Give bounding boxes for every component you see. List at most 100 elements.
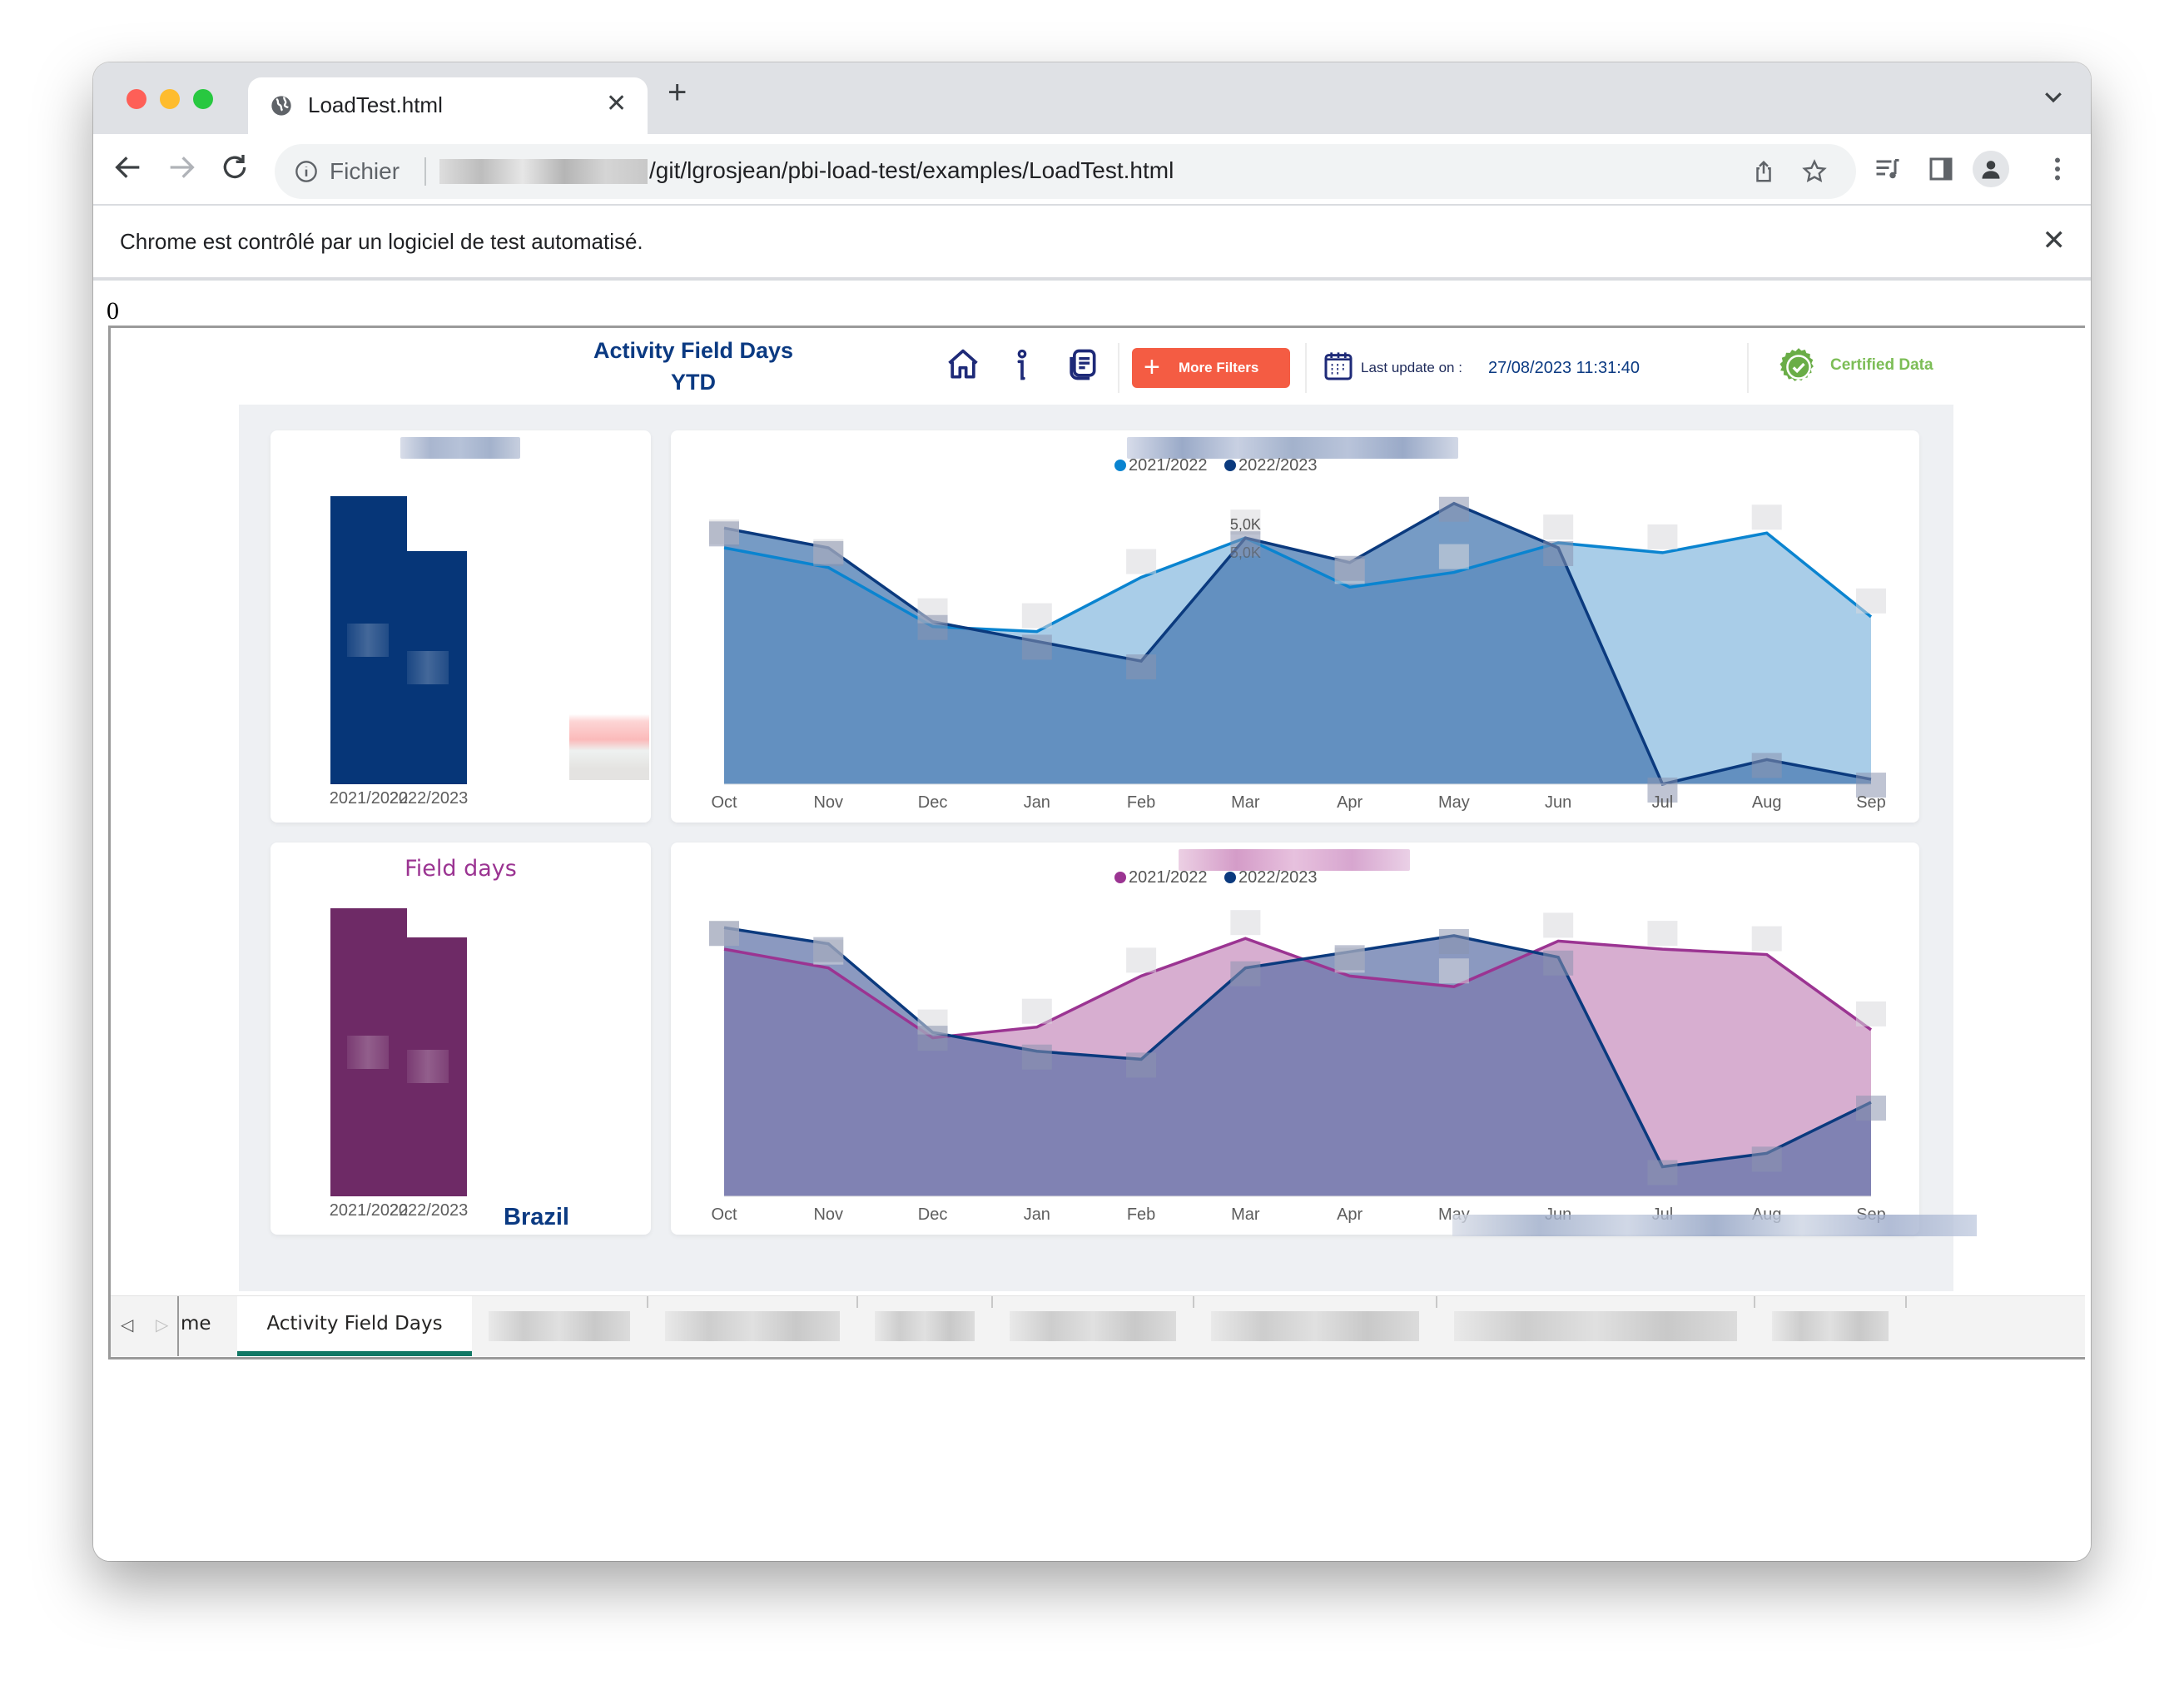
bar-category-label: 2022/2023 bbox=[389, 789, 469, 808]
data-label-redacted bbox=[1543, 950, 1574, 976]
x-tick-label: Jan bbox=[1024, 1205, 1050, 1224]
address-separator bbox=[424, 157, 426, 186]
minimize-window-button[interactable] bbox=[160, 89, 180, 109]
maximize-window-button[interactable] bbox=[193, 89, 213, 109]
page-tab-obscured[interactable] bbox=[858, 1296, 991, 1356]
share-icon[interactable] bbox=[1751, 159, 1776, 184]
tab-strip: LoadTest.html ✕ + bbox=[93, 62, 2091, 134]
page-tab-label-redacted bbox=[875, 1311, 975, 1341]
page-tab-obscured[interactable] bbox=[648, 1296, 856, 1356]
page-tab-obscured[interactable] bbox=[1437, 1296, 1754, 1356]
browser-toolbar: Fichier /git/lgrosjean/pbi-load-test/exa… bbox=[93, 134, 2091, 206]
page-tabs-bar: ◁ ▷ me Activity Field Days bbox=[111, 1295, 2085, 1356]
bar-value-redacted bbox=[347, 624, 389, 657]
report-title-line1: Activity Field Days bbox=[593, 338, 794, 363]
scheme-label: Fichier bbox=[330, 158, 400, 184]
profile-avatar[interactable] bbox=[1973, 151, 2009, 187]
more-filters-button[interactable]: + More Filters bbox=[1132, 348, 1290, 388]
last-update-value: 27/08/2023 11:31:40 bbox=[1488, 359, 1640, 377]
redacted-path bbox=[439, 159, 648, 184]
data-label-redacted bbox=[1334, 945, 1365, 971]
media-queue-icon[interactable] bbox=[1873, 154, 1903, 184]
back-arrow-icon[interactable] bbox=[112, 151, 145, 184]
data-label-redacted bbox=[1021, 634, 1052, 660]
x-tick-label: Jul bbox=[1652, 793, 1674, 812]
x-tick-label: May bbox=[1438, 793, 1470, 812]
page-tab-home[interactable]: me bbox=[179, 1296, 237, 1356]
legend-label: 2022/2023 bbox=[1238, 868, 1318, 887]
data-label-redacted bbox=[1647, 1160, 1678, 1185]
page-tab-activity-field-days[interactable]: Activity Field Days bbox=[237, 1296, 472, 1356]
data-label-redacted bbox=[813, 541, 844, 566]
next-page-arrow-icon[interactable]: ▷ bbox=[156, 1315, 168, 1335]
area-chart: OctNovDecJanFebMarAprMayJunJulAugSep2021… bbox=[709, 868, 1886, 1224]
data-label-redacted bbox=[1751, 753, 1782, 778]
close-tab-icon[interactable]: ✕ bbox=[606, 89, 627, 118]
field-days-title: Field days bbox=[405, 856, 517, 882]
data-label: 5,0K bbox=[1230, 544, 1261, 561]
side-panel-icon[interactable] bbox=[1926, 154, 1956, 184]
data-label-redacted bbox=[1647, 921, 1678, 947]
page-tab-label-redacted bbox=[1772, 1311, 1889, 1341]
info-icon[interactable] bbox=[1004, 346, 1040, 383]
legend-label: 2022/2023 bbox=[1238, 456, 1318, 475]
data-label-redacted bbox=[1021, 603, 1052, 629]
info-circle-icon[interactable] bbox=[295, 160, 318, 183]
close-infobar-icon[interactable]: ✕ bbox=[2043, 224, 2067, 257]
field-days-bar-card: Field days 2021/2022 2022/2023 bbox=[271, 842, 651, 1235]
address-bar[interactable]: Fichier /git/lgrosjean/pbi-load-test/exa… bbox=[275, 144, 1856, 199]
data-label-redacted bbox=[1751, 505, 1782, 530]
prev-page-arrow-icon[interactable]: ◁ bbox=[121, 1315, 133, 1335]
more-filters-label: More Filters bbox=[1179, 360, 1259, 375]
forward-arrow-icon[interactable] bbox=[165, 151, 198, 184]
page-tab-label-redacted bbox=[1211, 1311, 1419, 1341]
page-tab-label: Activity Field Days bbox=[266, 1313, 443, 1335]
page-tab-label-redacted bbox=[665, 1311, 840, 1341]
page-tab-obscured[interactable] bbox=[1755, 1296, 1905, 1356]
close-window-button[interactable] bbox=[127, 89, 146, 109]
legend-label: 2021/2022 bbox=[1129, 868, 1208, 887]
data-label-redacted bbox=[1126, 549, 1157, 574]
infobar-message: Chrome est contrôlé par un logiciel de t… bbox=[120, 229, 643, 254]
tab-title: LoadTest.html bbox=[308, 92, 443, 117]
data-label-redacted bbox=[709, 521, 739, 547]
region-label: Brazil bbox=[504, 1204, 569, 1230]
new-tab-button[interactable]: + bbox=[668, 76, 687, 109]
page-tab-obscured[interactable] bbox=[1194, 1296, 1436, 1356]
legend-dot bbox=[1224, 460, 1236, 471]
data-label-redacted bbox=[1543, 541, 1574, 566]
certified-badge-icon bbox=[1779, 348, 1814, 381]
data-label-redacted bbox=[1856, 1001, 1886, 1026]
page-tab-obscured[interactable] bbox=[993, 1296, 1193, 1356]
redacted-indicator bbox=[569, 707, 649, 780]
reload-icon[interactable] bbox=[218, 151, 251, 184]
calendar-icon bbox=[1324, 352, 1353, 380]
globe-icon bbox=[271, 96, 291, 116]
documents-icon[interactable] bbox=[1064, 346, 1100, 383]
x-tick-label: Aug bbox=[1752, 793, 1782, 812]
url-text[interactable]: /git/lgrosjean/pbi-load-test/examples/Lo… bbox=[649, 157, 1174, 184]
x-tick-label: Feb bbox=[1127, 793, 1155, 812]
x-tick-label: Nov bbox=[813, 793, 843, 812]
field-days-area-card: OctNovDecJanFebMarAprMayJunJulAugSep2021… bbox=[671, 842, 1919, 1235]
chevron-down-icon[interactable] bbox=[2041, 84, 2066, 109]
automation-infobar: Chrome est contrôlé par un logiciel de t… bbox=[93, 206, 2091, 281]
plus-icon: + bbox=[1144, 351, 1160, 383]
desktop: LoadTest.html ✕ + Fichier /git/lgrosjean… bbox=[0, 0, 2184, 1685]
x-tick-label: Dec bbox=[918, 793, 948, 812]
report-title: Activity Field Days YTD bbox=[568, 335, 818, 398]
tab-divider bbox=[1905, 1296, 1907, 1308]
report-frame: Activity Field Days YTD + More Filters L… bbox=[108, 326, 2085, 1359]
data-label-redacted bbox=[1438, 928, 1469, 954]
bar-value-redacted bbox=[407, 650, 449, 684]
x-tick-label: Oct bbox=[711, 1205, 737, 1224]
page-tab-obscured[interactable] bbox=[472, 1296, 647, 1356]
browser-tab-loadtest[interactable]: LoadTest.html ✕ bbox=[248, 77, 648, 134]
data-label-redacted bbox=[1021, 1044, 1052, 1070]
x-tick-label: Jan bbox=[1024, 793, 1050, 812]
data-label-redacted bbox=[1438, 958, 1469, 984]
home-icon[interactable] bbox=[945, 346, 981, 383]
legend-dot bbox=[1114, 460, 1126, 471]
bookmark-star-icon[interactable] bbox=[1801, 158, 1828, 185]
kebab-menu-icon[interactable] bbox=[2043, 154, 2072, 184]
